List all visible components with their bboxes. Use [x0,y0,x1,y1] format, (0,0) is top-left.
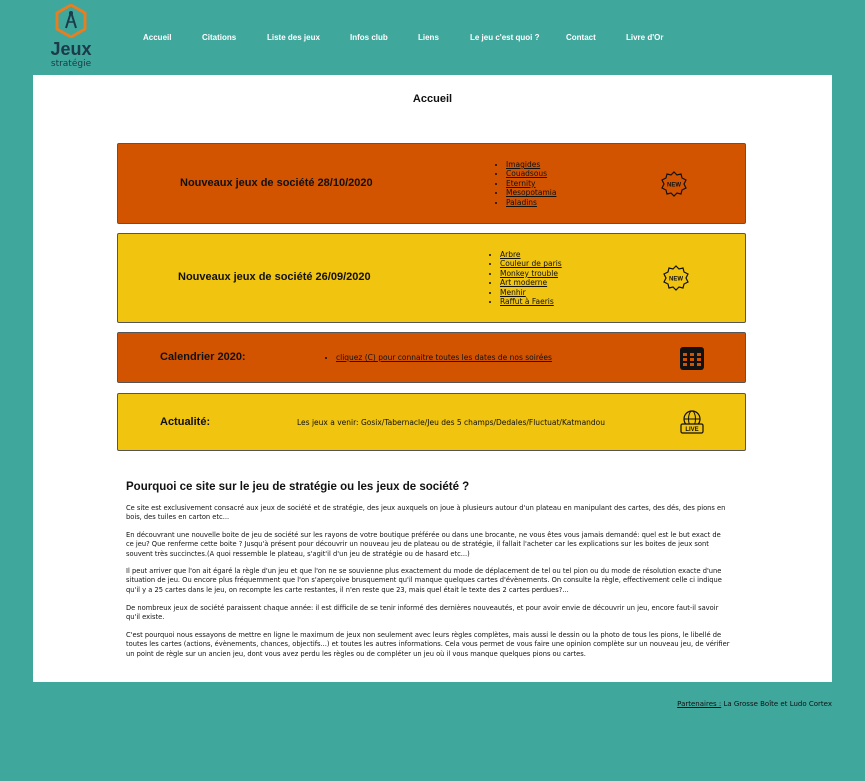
nav-liste-des-jeux[interactable]: Liste des jeux [267,33,320,42]
main-content: Accueil Nouveaux jeux de société 28/10/2… [33,75,832,682]
nav-le-jeu-cest-quoi[interactable]: Le jeu c'est quoi ? [470,33,539,42]
new-games-title-1: Nouveaux jeux de société 28/10/2020 [180,177,373,189]
paragraph: Ce site est exclusivement consacré aux j… [126,504,726,522]
game-link[interactable]: Mesopotamia [506,188,556,197]
game-link[interactable]: Couleur de paris [500,259,562,268]
live-globe-icon: LIVE [680,410,704,434]
new-games-list-2: Arbre Couleur de paris Monkey trouble Ar… [492,250,562,306]
game-link[interactable]: Couadsous [506,169,556,178]
game-link[interactable]: Menhir [500,288,562,297]
partners-link[interactable]: Partenaires : [677,700,721,708]
calendar-title: Calendrier 2020: [160,351,246,363]
calendar-list: cliquez (C) pour connaitre toutes les da… [328,353,552,362]
new-games-band-2: Nouveaux jeux de société 26/09/2020 Arbr… [117,233,746,323]
logo-subtitle: stratégie [50,59,92,69]
new-games-band-1: Nouveaux jeux de société 28/10/2020 Imag… [117,143,746,224]
game-link[interactable]: Art moderne [500,278,562,287]
game-link[interactable]: Imagides [506,160,556,169]
news-title: Actualité: [160,416,211,428]
new-games-title-2: Nouveaux jeux de société 26/09/2020 [178,271,371,283]
new-badge-text: NEW [667,183,681,189]
game-link[interactable]: Raffut à Faeris [500,297,562,306]
nav-accueil[interactable]: Accueil [143,33,171,42]
new-games-list-1: Imagides Couadsous Eternity Mesopotamia … [498,160,556,207]
calendar-link[interactable]: cliquez (C) pour connaitre toutes les da… [336,353,552,362]
news-band: Actualité: Les jeux a venir: Gosix/Taber… [117,393,746,451]
news-text: Les jeux a venir: Gosix/Tabernacle/Jeu d… [297,418,606,427]
nav-contact[interactable]: Contact [566,33,596,42]
section-title: Pourquoi ce site sur le jeu de stratégie… [126,481,470,493]
live-badge-text: LIVE [685,427,698,433]
new-badge-icon: NEW [663,265,689,291]
partners-text: La Grosse Boîte et Ludo Cortex [721,700,832,708]
game-link[interactable]: Monkey trouble [500,269,562,278]
paragraph: Il peut arriver que l'on ait égaré la rè… [126,567,722,594]
new-badge-icon: NEW [661,171,687,197]
nav-citations[interactable]: Citations [202,33,236,42]
new-badge-text: NEW [669,277,683,283]
page-title: Accueil [412,93,453,105]
partners-footer: Partenaires : La Grosse Boîte et Ludo Co… [677,700,832,708]
paragraph: C'est pourquoi nous essayons de mettre e… [126,631,730,658]
paragraph: En découvrant une nouvelle boite de jeu … [126,531,721,558]
paragraph: De nombreux jeux de société paraissent c… [126,604,719,622]
nav-livre-dor[interactable]: Livre d'Or [626,33,663,42]
site-logo[interactable]: Jeux stratégie [50,4,92,74]
game-link[interactable]: Arbre [500,250,562,259]
nav-liens[interactable]: Liens [418,33,439,42]
nav-infos-club[interactable]: Infos club [350,33,388,42]
game-link[interactable]: Eternity [506,179,556,188]
compass-hexagon-icon [55,4,87,38]
calendar-icon [680,347,704,370]
game-link[interactable]: Paladins [506,198,556,207]
logo-word: Jeux [50,39,92,59]
calendar-band: Calendrier 2020: cliquez (C) pour connai… [117,332,746,383]
